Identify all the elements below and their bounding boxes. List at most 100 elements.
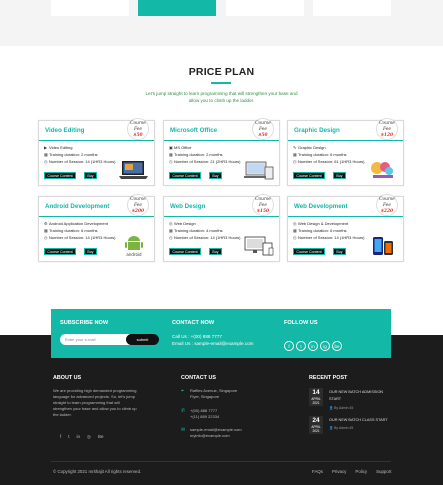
top-card — [313, 0, 391, 16]
fee-badge: Course Fee $220 — [376, 194, 398, 216]
post-meta: 👤 By Admin 45 — [329, 406, 354, 410]
calendar-icon: ▦ — [169, 152, 173, 157]
twitter-icon[interactable]: t — [296, 341, 306, 351]
clock-icon: ◷ — [293, 159, 297, 164]
course-content-button[interactable]: Course Content — [169, 248, 201, 255]
buy-button[interactable]: Buy — [84, 172, 97, 179]
devices-image — [244, 161, 274, 180]
privacy-link[interactable]: Privacy — [332, 469, 346, 474]
price-card: Web Design Course Fee $150 ◎ Web Design ▦… — [163, 194, 280, 262]
follow-us-title: FOLLOW US — [284, 320, 318, 326]
card-title: Web Development — [294, 203, 348, 210]
creative-design-image — [371, 162, 393, 178]
feature-item: ▦Training duration: 6 months — [44, 228, 98, 233]
twitter-icon[interactable]: t — [68, 434, 69, 439]
code-icon: ◎ — [293, 221, 297, 226]
svg-text:android: android — [126, 252, 142, 257]
fee-price: $220 — [380, 209, 394, 214]
buy-button[interactable]: Buy — [209, 172, 222, 179]
price-card: Web Development Course Fee $220 ◎ Web Des… — [287, 194, 404, 262]
title-underline — [211, 82, 231, 84]
buy-button[interactable]: Buy — [333, 172, 346, 179]
course-content-button[interactable]: Course Content — [293, 248, 325, 255]
mobile-devices-image — [373, 237, 393, 255]
feature-item: ◷ Number of Session: 14 (1HR3 Hours) — [293, 235, 365, 240]
facebook-icon[interactable]: f — [284, 341, 294, 351]
fee-badge: Course Fee $150 — [252, 194, 274, 216]
policy-link[interactable]: Policy — [355, 469, 367, 474]
clock-icon: ◷ — [169, 159, 173, 164]
fee-badge: Course Fee $50 — [127, 118, 149, 140]
post-title-link[interactable]: OUR NEW BATCH ADMISSION START — [329, 389, 383, 403]
instagram-icon[interactable]: ig — [320, 341, 330, 351]
social-icons: f t in ig be — [284, 335, 344, 353]
calendar-icon: ▦ — [293, 152, 297, 157]
android-icon: ⚙ — [44, 221, 48, 226]
card-title: Android Development — [45, 203, 110, 210]
calendar-icon: ▦ — [44, 228, 48, 233]
price-card: Android Development Course Fee $200 ⚙And… — [38, 194, 155, 262]
address-line: Flyer, Singapore — [190, 394, 220, 399]
section-subtitle: Let's jump straight to learn programming… — [145, 91, 298, 103]
submit-button[interactable]: submit — [126, 334, 159, 345]
email-input[interactable]: Enter your e-mail — [60, 334, 130, 345]
feature-item: ◷ Number of Session: 14 (1HR3 Hours) — [44, 159, 116, 164]
calendar-icon: ▦ — [293, 228, 297, 233]
price-card: Video Editing Course Fee $50 ▶ Video Edit… — [38, 118, 155, 186]
feature-item: ◷ Number of Session: 61 (1HR3 Hours) — [293, 159, 365, 164]
contact-us-title: CONTACT US — [181, 375, 216, 381]
feature-item: ▦Training duration: 6 months — [293, 228, 347, 233]
phone-icon: ✆ — [181, 408, 186, 414]
clock-icon: ◷ — [44, 235, 48, 240]
behance-icon[interactable]: Be — [98, 434, 104, 439]
top-card — [51, 0, 129, 16]
post-date: 24 APRIL 2021 — [309, 416, 323, 434]
fee-badge: Course Fee $120 — [376, 118, 398, 140]
footer-divider — [51, 461, 391, 462]
facebook-icon[interactable]: f — [60, 434, 61, 439]
responsive-devices-image — [244, 236, 274, 256]
buy-button[interactable]: Buy — [209, 248, 222, 255]
linkedin-icon[interactable]: in — [77, 434, 81, 439]
map-pin-icon: ⌖ — [181, 388, 184, 394]
price-card: Graphic Design Course Fee $120 ✎ Graphic … — [287, 118, 404, 186]
course-content-button[interactable]: Course Content — [169, 172, 201, 179]
email-us-text: Email Us : sample-email@example.com — [172, 341, 254, 346]
linkedin-icon[interactable]: in — [308, 341, 318, 351]
post-date: 14 APRIL 2021 — [309, 388, 323, 406]
clock-icon: ◷ — [44, 159, 48, 164]
copyright-text: © Copyright 2021 mrithajit All rights re… — [53, 469, 142, 474]
feature-item: ◷ Number of Session: 14 (1HR3 Hours) — [169, 235, 241, 240]
course-content-button[interactable]: Course Content — [44, 172, 76, 179]
card-title: Microsoft Office — [170, 127, 218, 134]
top-card — [226, 0, 304, 16]
recent-post-title: RECENT POST — [309, 375, 348, 381]
buy-button[interactable]: Buy — [84, 248, 97, 255]
feature-item: ▦Training duration: 2 months — [169, 152, 223, 157]
envelope-icon: ✉ — [181, 427, 186, 433]
post-title-link[interactable]: OUR NEW BATCH CLASS START — [329, 417, 388, 424]
web-icon: ◎ — [169, 221, 173, 226]
clock-icon: ◷ — [293, 235, 297, 240]
call-us-text: Call Us : +(00) 888 7777 — [172, 334, 222, 339]
subscribe-title: SUBSCRIBE NOW — [60, 320, 109, 326]
footer-links: FAQs Privacy Policy Support — [312, 469, 401, 474]
calendar-icon: ▦ — [169, 228, 173, 233]
support-link[interactable]: Support — [376, 469, 391, 474]
card-title: Video Editing — [45, 127, 85, 134]
calendar-icon: ▦ — [44, 152, 48, 157]
android-logo: android — [125, 236, 143, 257]
phone-line[interactable]: +(11) 889 22334 — [190, 414, 219, 420]
email-line[interactable]: myinfo@example.com — [190, 433, 242, 439]
feature-item: ◎ Web Design & Development — [293, 221, 349, 226]
card-title: Web Design — [170, 203, 206, 210]
buy-button[interactable]: Buy — [333, 248, 346, 255]
feature-item: ▶ Video Editing — [44, 145, 73, 150]
course-content-button[interactable]: Course Content — [293, 172, 325, 179]
faqs-link[interactable]: FAQs — [312, 469, 323, 474]
fee-price: $120 — [380, 133, 394, 138]
behance-icon[interactable]: be — [332, 341, 342, 351]
instagram-icon[interactable]: ◎ — [87, 434, 91, 439]
course-content-button[interactable]: Course Content — [44, 248, 76, 255]
feature-item: ⚙Android Application Development — [44, 221, 108, 226]
